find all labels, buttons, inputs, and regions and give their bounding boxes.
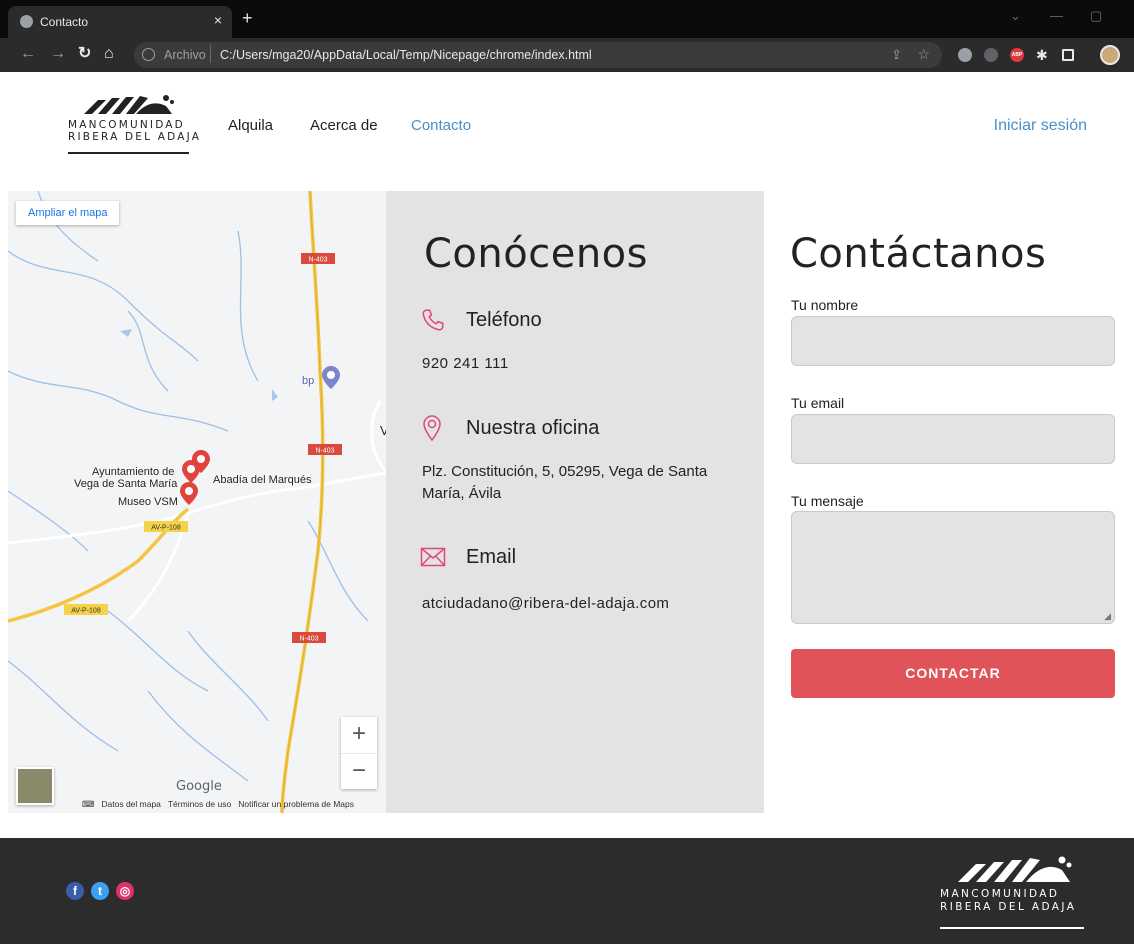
map-attribution: ⌨ Datos del mapa Términos de uso Notific… (82, 799, 354, 810)
road-label: N-403 (315, 448, 334, 455)
logo-line-2: RIBERA DEL ADAJA (68, 131, 202, 143)
name-label: Tu nombre (791, 297, 859, 313)
office-title: Nuestra oficina (466, 417, 600, 439)
logo-mark-icon (958, 856, 1072, 882)
email-title: Email (466, 546, 517, 568)
map-canvas[interactable]: N-403 N-403 N-403 AV-P-108 AV-P-108 (8, 191, 386, 813)
site-footer: f t ◎ MANCOMUNIDAD RIBERA DEL ADAJA (0, 838, 1134, 944)
resize-handle-icon[interactable]: ◢ (1104, 611, 1111, 622)
place-label: Ayuntamiento de (92, 466, 175, 478)
satellite-toggle[interactable] (16, 767, 54, 805)
zoom-in-button[interactable]: + (341, 717, 377, 753)
profile-avatar[interactable] (1100, 45, 1120, 65)
email-address[interactable]: atciudadano@ribera-del-adaja.com (422, 593, 669, 615)
zoom-out-button[interactable]: − (341, 753, 377, 789)
form-title: Contáctanos (790, 231, 1047, 277)
tab-title: Contacto (40, 15, 89, 29)
instagram-icon[interactable]: ◎ (116, 882, 134, 900)
browser-tab-strip: Contacto × + ⌄ — ▢ (0, 0, 1134, 38)
place-label: bp (302, 375, 315, 387)
email-field[interactable] (791, 414, 1115, 464)
info-icon[interactable] (142, 48, 155, 61)
road-label: AV-P-108 (151, 525, 181, 532)
map-data-link[interactable]: Datos del mapa (101, 799, 161, 809)
extension-icon[interactable] (984, 48, 998, 62)
share-icon[interactable]: ⇪ (891, 47, 902, 63)
twitter-icon[interactable]: t (91, 882, 109, 900)
place-label: Vega de Santa María (74, 478, 178, 490)
road-label: AV-P-108 (71, 608, 101, 615)
report-problem-link[interactable]: Notificar un problema de Maps (238, 799, 354, 809)
puzzle-icon[interactable]: ✱ (1036, 48, 1050, 62)
message-label: Tu mensaje (791, 493, 864, 509)
footer-logo[interactable]: MANCOMUNIDAD RIBERA DEL ADAJA (940, 852, 1090, 932)
logo-line-1: MANCOMUNIDAD (68, 119, 185, 131)
reload-icon[interactable]: ↻ (78, 46, 91, 62)
site-header: MANCOMUNIDAD RIBERA DEL ADAJA Alquila Ac… (0, 72, 1134, 180)
road-label: N-403 (308, 257, 327, 264)
logo-underline (68, 152, 189, 154)
new-tab-button[interactable]: + (242, 8, 253, 29)
extension-icon[interactable] (958, 48, 972, 62)
browser-toolbar: ← → ↻ ⌂ Archivo C:/Users/mga20/AppData/L… (0, 38, 1134, 72)
office-address: Plz. Constitución, 5, 05295, Vega de San… (422, 463, 708, 502)
contact-submit-button[interactable]: CONTACTAR (791, 649, 1115, 698)
phone-title: Teléfono (466, 309, 542, 331)
footer-logo-line-2: RIBERA DEL ADAJA (940, 901, 1077, 913)
embedded-map[interactable]: N-403 N-403 N-403 AV-P-108 AV-P-108 Ampl… (8, 191, 386, 813)
url-text[interactable]: C:/Users/mga20/AppData/Local/Temp/Nicepa… (220, 48, 592, 62)
globe-icon (20, 15, 33, 28)
facebook-icon[interactable]: f (66, 882, 84, 900)
bookmark-star-icon[interactable]: ☆ (917, 46, 930, 63)
browser-tab[interactable]: Contacto × (8, 6, 232, 38)
name-field[interactable] (791, 316, 1115, 366)
home-icon[interactable]: ⌂ (104, 46, 114, 62)
location-pin-icon (423, 415, 441, 442)
forward-icon[interactable]: → (50, 46, 66, 62)
keyboard-icon[interactable]: ⌨ (82, 799, 94, 809)
road-label: N-403 (299, 636, 318, 643)
terms-link[interactable]: Términos de uso (168, 799, 231, 809)
phone-number[interactable]: 920 241 111 (422, 353, 509, 375)
adblock-icon[interactable]: ABP (1010, 48, 1024, 62)
map-marker[interactable] (322, 366, 340, 389)
info-panel: Conócenos Teléfono 920 241 111 Nuestra o… (386, 191, 764, 813)
enlarge-map-button[interactable]: Ampliar el mapa (16, 201, 120, 225)
minimize-icon[interactable]: — (1050, 8, 1063, 23)
google-logo: Google (176, 779, 222, 794)
scheme-label: Archivo (164, 48, 206, 62)
email-label: Tu email (791, 395, 845, 411)
sidebar-icon[interactable] (1062, 49, 1074, 61)
footer-logo-underline (940, 927, 1084, 929)
map-marker[interactable] (180, 482, 198, 505)
nav-acerca-de[interactable]: Acerca de (310, 117, 378, 134)
map-marker[interactable] (182, 460, 200, 483)
back-icon[interactable]: ← (20, 46, 36, 62)
message-field[interactable]: ◢ (791, 511, 1115, 624)
chevron-down-icon[interactable]: ⌄ (1010, 8, 1021, 24)
restore-icon[interactable]: ▢ (1090, 8, 1102, 24)
logo-mark-icon (84, 95, 174, 114)
address-divider (210, 45, 211, 63)
footer-logo-line-1: MANCOMUNIDAD (940, 888, 1060, 900)
info-title: Conócenos (424, 231, 648, 277)
place-label: Abadía del Marqués (213, 474, 312, 486)
contact-form: Contáctanos Tu nombre Tu email Tu mensaj… (764, 191, 1134, 813)
nav-alquila[interactable]: Alquila (228, 117, 273, 134)
tab-close-button[interactable]: × (214, 12, 222, 28)
address-bar[interactable]: Archivo C:/Users/mga20/AppData/Local/Tem… (134, 42, 942, 68)
phone-icon (422, 309, 444, 331)
nav-contacto[interactable]: Contacto (411, 117, 471, 134)
place-label: Museo VSM (118, 496, 178, 508)
zoom-control: + − (341, 717, 377, 789)
site-logo[interactable]: MANCOMUNIDAD RIBERA DEL ADAJA (68, 92, 199, 154)
envelope-icon (420, 547, 446, 567)
login-link[interactable]: Iniciar sesión (994, 117, 1087, 135)
